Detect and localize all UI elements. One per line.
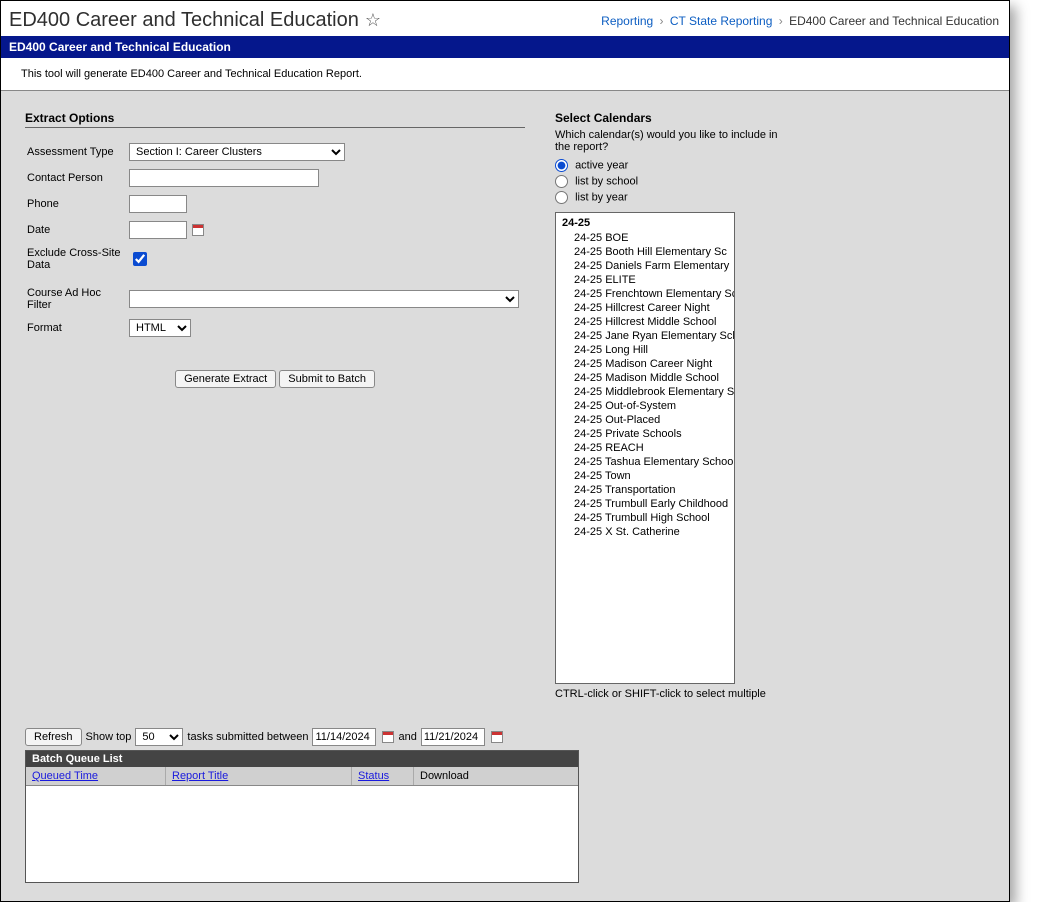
label-adhoc: Course Ad Hoc Filter <box>27 284 127 314</box>
calendar-item[interactable]: 24-25 REACH <box>556 441 734 455</box>
calendar-item[interactable]: 24-25 Jane Ryan Elementary Sch <box>556 329 734 343</box>
tool-description: This tool will generate ED400 Career and… <box>1 58 1009 91</box>
generate-extract-button[interactable]: Generate Extract <box>175 370 276 388</box>
favorite-star-icon[interactable]: ☆ <box>365 10 381 31</box>
label-assessment-type: Assessment Type <box>27 140 127 164</box>
calendar-item[interactable]: 24-25 Hillcrest Middle School <box>556 315 734 329</box>
batch-queue-list: Batch Queue List Queued Time Report Titl… <box>25 750 579 883</box>
calendar-item[interactable]: 24-25 Frenchtown Elementary Sc <box>556 287 734 301</box>
adhoc-filter-select[interactable] <box>129 290 519 308</box>
batch-queue-title: Batch Queue List <box>26 751 578 767</box>
show-top-label: Show top <box>86 731 132 743</box>
calendar-item[interactable]: 24-25 Middlebrook Elementary S <box>556 385 734 399</box>
breadcrumb-link-state[interactable]: CT State Reporting <box>670 14 773 28</box>
col-download: Download <box>414 767 578 785</box>
extract-options-heading: Extract Options <box>25 111 525 128</box>
and-label: and <box>398 731 416 743</box>
refresh-button[interactable]: Refresh <box>25 728 82 746</box>
calendar-item[interactable]: 24-25 Madison Middle School <box>556 371 734 385</box>
radio-label-school: list by school <box>575 175 638 187</box>
calendar-item[interactable]: 24-25 Tashua Elementary School <box>556 455 734 469</box>
radio-label-year: list by year <box>575 191 628 203</box>
phone-input[interactable] <box>129 195 187 213</box>
calendar-item[interactable]: 24-25 Town <box>556 469 734 483</box>
radio-label-active: active year <box>575 159 628 171</box>
radio-active-year[interactable] <box>555 159 568 172</box>
label-contact-person: Contact Person <box>27 166 127 190</box>
radio-list-by-year[interactable] <box>555 191 568 204</box>
breadcrumb: Reporting › CT State Reporting › ED400 C… <box>601 14 999 28</box>
calendar-item[interactable]: 24-25 Daniels Farm Elementary <box>556 259 734 273</box>
select-calendars-heading: Select Calendars <box>555 111 795 125</box>
calendar-item[interactable]: 24-25 Trumbull Early Childhood <box>556 497 734 511</box>
calendar-item[interactable]: 24-25 Madison Career Night <box>556 357 734 371</box>
calendar-item[interactable]: 24-25 Hillcrest Career Night <box>556 301 734 315</box>
label-phone: Phone <box>27 192 127 216</box>
calendar-item[interactable]: 24-25 Long Hill <box>556 343 734 357</box>
col-queued-time[interactable]: Queued Time <box>26 767 166 785</box>
chevron-right-icon: › <box>657 14 667 28</box>
calendar-icon[interactable] <box>491 731 503 743</box>
submit-to-batch-button[interactable]: Submit to Batch <box>279 370 375 388</box>
date-to-input[interactable] <box>421 728 485 746</box>
show-top-select[interactable]: 50 <box>135 728 183 746</box>
calendar-year[interactable]: 24-25 <box>556 215 734 231</box>
calendar-item[interactable]: 24-25 Transportation <box>556 483 734 497</box>
tool-title-bar: ED400 Career and Technical Education <box>1 36 1009 58</box>
select-calendars-prompt: Which calendar(s) would you like to incl… <box>555 129 795 153</box>
calendar-item[interactable]: 24-25 BOE <box>556 231 734 245</box>
calendar-icon[interactable] <box>192 224 204 236</box>
label-date: Date <box>27 218 127 242</box>
calendar-item[interactable]: 24-25 Out-Placed <box>556 413 734 427</box>
between-label: tasks submitted between <box>187 731 308 743</box>
calendar-icon[interactable] <box>382 731 394 743</box>
multiselect-hint: CTRL-click or SHIFT-click to select mult… <box>555 688 795 700</box>
radio-list-by-school[interactable] <box>555 175 568 188</box>
col-report-title[interactable]: Report Title <box>166 767 352 785</box>
assessment-type-select[interactable]: Section I: Career Clusters <box>129 143 345 161</box>
col-status[interactable]: Status <box>352 767 414 785</box>
label-exclude: Exclude Cross-Site Data <box>27 244 127 274</box>
date-input[interactable] <box>129 221 187 239</box>
calendar-item[interactable]: 24-25 Booth Hill Elementary Sc <box>556 245 734 259</box>
format-select[interactable]: HTML <box>129 319 191 337</box>
calendar-item[interactable]: 24-25 Private Schools <box>556 427 734 441</box>
calendar-tree[interactable]: 24-25 24-25 BOE24-25 Booth Hill Elementa… <box>555 212 735 684</box>
page-title: ED400 Career and Technical Education <box>9 9 359 32</box>
contact-person-input[interactable] <box>129 169 319 187</box>
calendar-item[interactable]: 24-25 X St. Catherine <box>556 525 734 539</box>
calendar-item[interactable]: 24-25 ELITE <box>556 273 734 287</box>
breadcrumb-link-reporting[interactable]: Reporting <box>601 14 653 28</box>
chevron-right-icon: › <box>776 14 786 28</box>
calendar-item[interactable]: 24-25 Out-of-System <box>556 399 734 413</box>
calendar-item[interactable]: 24-25 Trumbull High School <box>556 511 734 525</box>
label-format: Format <box>27 316 127 340</box>
date-from-input[interactable] <box>312 728 376 746</box>
exclude-cross-site-checkbox[interactable] <box>133 252 147 266</box>
batch-queue-body <box>26 786 578 882</box>
breadcrumb-current: ED400 Career and Technical Education <box>789 14 999 28</box>
